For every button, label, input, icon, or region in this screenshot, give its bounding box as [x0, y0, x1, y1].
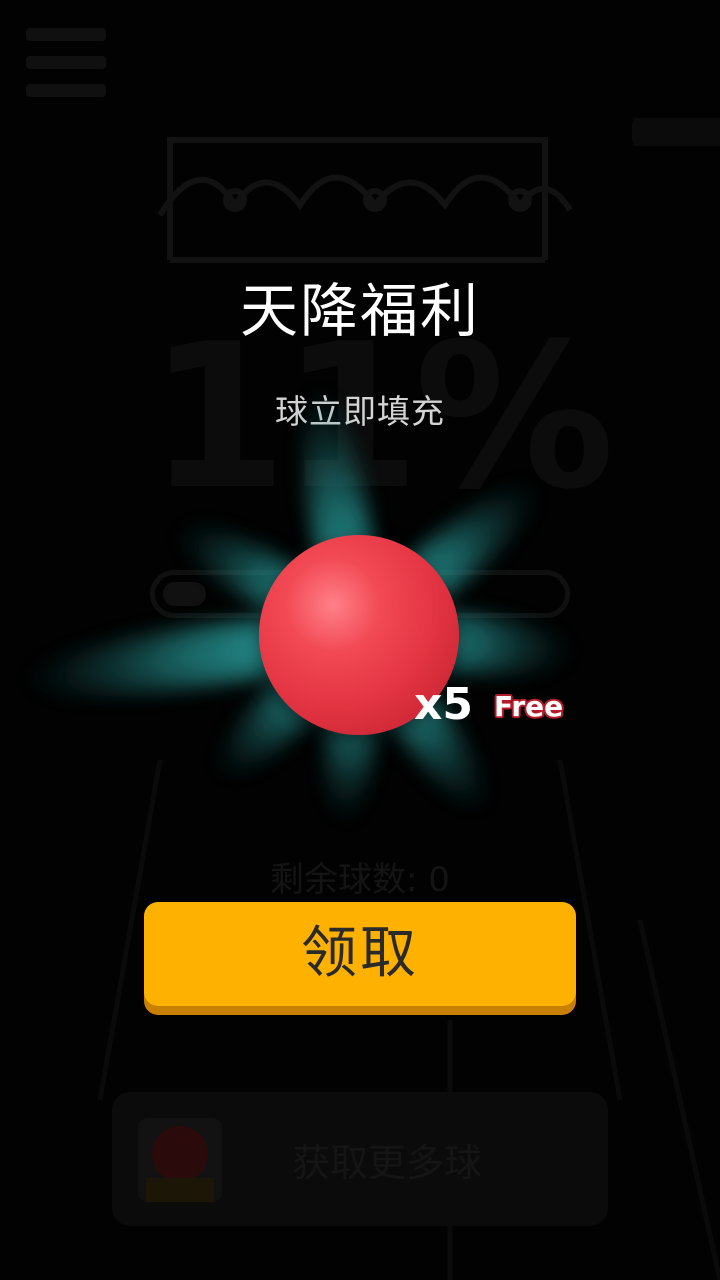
claim-button-label: 领取 — [301, 921, 419, 986]
free-tag: Free — [494, 690, 564, 723]
claim-button[interactable]: 领取 — [144, 902, 576, 1006]
reward-multiplier: x5 — [414, 679, 473, 730]
game-screen: 11% 剩余球数: 0 获取更多球 天降福利 球立即填充 x5 Free 领取 — [0, 0, 720, 1280]
get-more-balls-button[interactable]: 获取更多球 — [112, 1092, 608, 1226]
popup-title: 天降福利 — [239, 277, 480, 345]
get-more-balls-label: 获取更多球 — [292, 1141, 483, 1185]
ball-icon — [138, 1118, 222, 1202]
